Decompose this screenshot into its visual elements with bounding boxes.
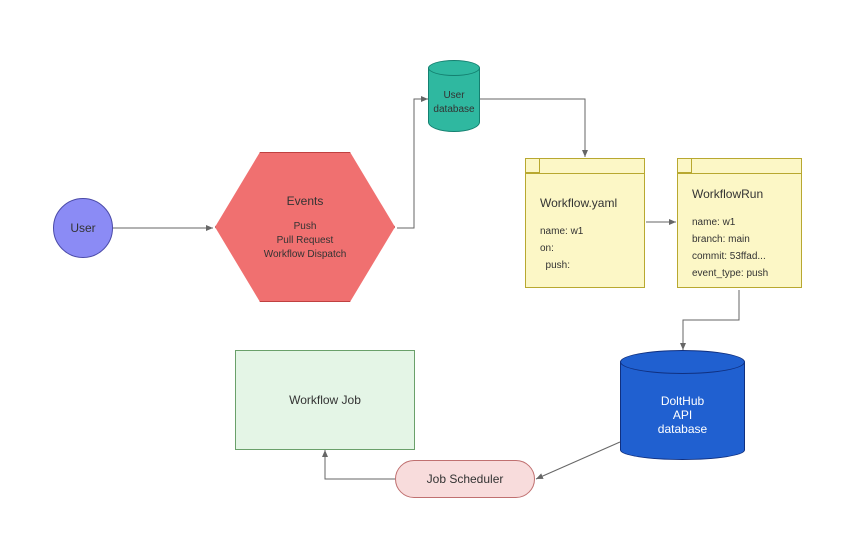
workflow-yaml-line: push: <box>540 260 570 271</box>
workflow-yaml-title: Workflow.yaml <box>540 196 617 210</box>
job-scheduler-node: Job Scheduler <box>395 460 535 498</box>
workflow-yaml-line: on: <box>540 243 554 254</box>
events-title: Events <box>287 194 324 208</box>
user-database-node: User database <box>428 60 480 132</box>
card-corner-icon <box>678 159 692 173</box>
events-node: Events Push Pull Request Workflow Dispat… <box>215 152 395 302</box>
api-db-label: database <box>658 422 707 436</box>
events-item: Push <box>294 221 317 232</box>
workflow-job-label: Workflow Job <box>289 393 361 407</box>
api-database-node: DoltHub API database <box>620 350 745 460</box>
api-db-label: DoltHub <box>661 394 704 408</box>
card-fold-icon <box>526 173 644 174</box>
api-db-label: API <box>673 408 692 422</box>
card-corner-icon <box>526 159 540 173</box>
workflow-run-title: WorkflowRun <box>692 187 763 201</box>
events-item: Workflow Dispatch <box>264 249 347 260</box>
user-db-label: User <box>443 90 464 101</box>
workflow-run-line: branch: main <box>692 234 750 245</box>
workflow-run-line: name: w1 <box>692 217 735 228</box>
workflow-job-node: Workflow Job <box>235 350 415 450</box>
card-fold-icon <box>678 173 801 174</box>
job-scheduler-label: Job Scheduler <box>427 472 504 486</box>
user-label: User <box>70 221 95 235</box>
workflow-run-line: commit: 53ffad... <box>692 251 766 262</box>
workflow-yaml-line: name: w1 <box>540 226 583 237</box>
user-db-label: database <box>433 104 474 115</box>
workflow-run-node: WorkflowRun name: w1 branch: main commit… <box>677 158 802 288</box>
workflow-yaml-node: Workflow.yaml name: w1 on: push: <box>525 158 645 288</box>
events-item: Pull Request <box>277 235 334 246</box>
user-node: User <box>53 198 113 258</box>
workflow-run-line: event_type: push <box>692 268 768 279</box>
